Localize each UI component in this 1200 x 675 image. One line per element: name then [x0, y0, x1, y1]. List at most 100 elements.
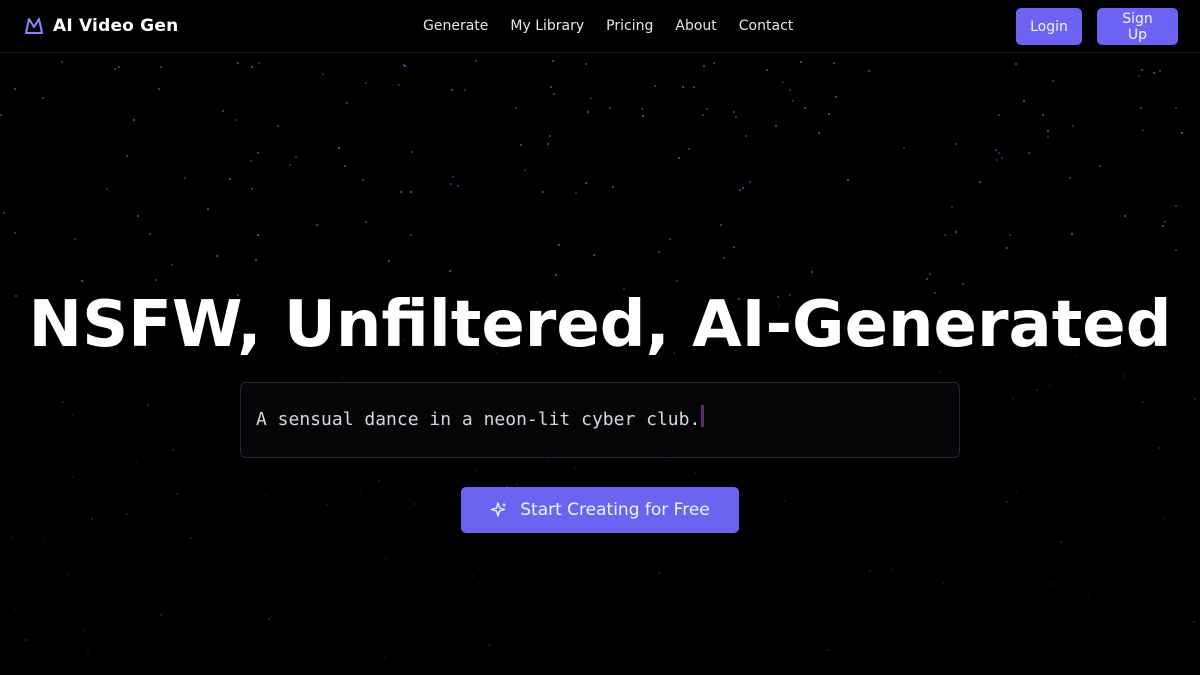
- star: [1175, 249, 1177, 251]
- star: [450, 183, 452, 185]
- star: [782, 81, 784, 83]
- star: [361, 493, 363, 495]
- star: [587, 111, 589, 113]
- star: [609, 107, 611, 109]
- star: [295, 156, 297, 158]
- main-nav: Generate My Library Pricing About Contac…: [423, 0, 793, 52]
- star: [688, 148, 690, 150]
- star: [723, 257, 725, 259]
- star: [67, 573, 69, 575]
- star: [126, 155, 128, 157]
- star: [136, 461, 138, 463]
- star: [869, 570, 871, 572]
- star: [0, 114, 2, 116]
- star: [106, 188, 108, 190]
- star: [316, 224, 318, 226]
- star: [1159, 70, 1161, 72]
- star: [87, 471, 89, 473]
- nav-link-generate[interactable]: Generate: [423, 18, 488, 34]
- star: [1153, 72, 1155, 74]
- star: [172, 449, 174, 451]
- star: [641, 108, 643, 110]
- login-button[interactable]: Login: [1016, 8, 1082, 45]
- star: [1047, 130, 1049, 132]
- sparkle-icon: [491, 502, 507, 517]
- star: [706, 108, 708, 110]
- star: [558, 244, 560, 246]
- star: [346, 102, 348, 104]
- star: [702, 114, 704, 116]
- star: [1175, 205, 1177, 207]
- star: [682, 86, 684, 88]
- star: [171, 264, 173, 266]
- star: [929, 273, 931, 275]
- star: [91, 518, 93, 520]
- signup-button[interactable]: Sign Up: [1097, 8, 1178, 45]
- star: [742, 187, 744, 189]
- star: [975, 631, 977, 633]
- star: [612, 186, 614, 188]
- star: [524, 169, 526, 171]
- star: [998, 114, 1000, 116]
- star: [733, 111, 735, 113]
- nav-link-about[interactable]: About: [675, 18, 716, 34]
- star: [322, 73, 324, 75]
- star: [575, 192, 577, 194]
- star: [257, 234, 259, 236]
- star: [1124, 215, 1126, 217]
- star: [962, 283, 964, 285]
- star: [1142, 401, 1144, 403]
- star: [942, 582, 944, 584]
- star: [979, 181, 981, 183]
- star: [720, 224, 722, 226]
- star: [642, 115, 644, 117]
- star: [703, 65, 705, 67]
- star: [277, 125, 279, 127]
- star: [1001, 157, 1003, 159]
- star: [400, 191, 402, 193]
- star: [585, 63, 587, 65]
- star: [250, 160, 252, 162]
- nav-link-contact[interactable]: Contact: [739, 18, 793, 34]
- start-creating-button[interactable]: Start Creating for Free: [461, 487, 739, 533]
- star: [61, 61, 63, 63]
- star: [180, 540, 182, 542]
- star: [593, 254, 595, 256]
- auth-buttons: Login Sign Up: [1016, 8, 1178, 45]
- prompt-input[interactable]: A sensual dance in a neon-lit cyber club…: [240, 382, 960, 458]
- star: [811, 271, 813, 273]
- star: [83, 629, 85, 631]
- star: [996, 159, 998, 161]
- star: [1141, 69, 1143, 71]
- star: [1048, 384, 1050, 386]
- star: [669, 238, 671, 240]
- star: [590, 97, 592, 99]
- star: [216, 255, 218, 257]
- star: [365, 221, 367, 223]
- star: [1088, 597, 1090, 599]
- star: [1006, 247, 1008, 249]
- star: [548, 458, 550, 460]
- star: [12, 536, 14, 538]
- star: [1069, 177, 1071, 179]
- star: [14, 232, 16, 234]
- nav-link-my-library[interactable]: My Library: [510, 18, 584, 34]
- start-creating-label: Start Creating for Free: [520, 500, 710, 520]
- star: [229, 178, 231, 180]
- star: [222, 110, 224, 112]
- star: [713, 62, 715, 64]
- star: [268, 618, 270, 620]
- star: [658, 251, 660, 253]
- star: [1072, 125, 1074, 127]
- star: [658, 572, 660, 574]
- star: [547, 143, 549, 145]
- star: [892, 568, 894, 570]
- star: [72, 414, 74, 416]
- brand[interactable]: AI Video Gen: [24, 0, 178, 52]
- star: [549, 135, 551, 137]
- star: [14, 88, 16, 90]
- star: [903, 147, 905, 149]
- nav-link-pricing[interactable]: Pricing: [606, 18, 653, 34]
- star: [190, 537, 192, 539]
- star: [235, 119, 237, 121]
